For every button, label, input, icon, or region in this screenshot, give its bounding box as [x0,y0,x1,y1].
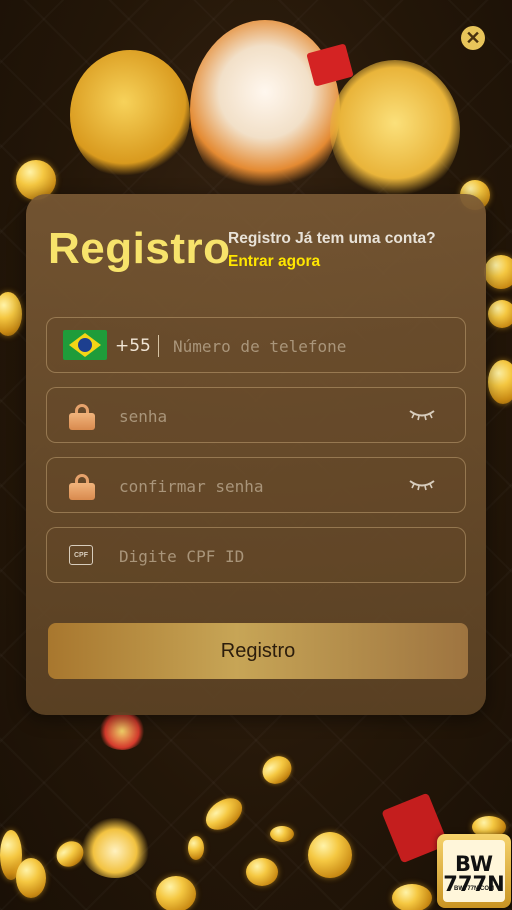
coin-decoration [0,292,22,336]
coin-decoration [484,255,512,289]
lucky-bag-decoration [98,712,146,750]
close-icon: ✕ [465,28,481,48]
coin-decoration [200,791,248,837]
brazil-flag-icon[interactable] [63,330,107,360]
coin-decoration [246,858,278,886]
password-field [46,387,466,444]
eye-closed-icon[interactable] [409,408,435,422]
coin-decoration [156,876,196,910]
rabbit-ingot-decoration [80,818,150,878]
phone-input[interactable] [171,318,455,374]
divider [158,335,159,357]
coin-decoration [308,832,352,878]
phone-field: +55 [46,317,466,374]
confirm-password-input[interactable] [117,458,401,514]
id-card-icon: CPF [69,545,93,565]
register-card: Registro Registro Já tem uma conta? Entr… [26,194,486,715]
lock-icon [69,404,95,430]
dragon-mascot [70,50,190,180]
cpf-input[interactable] [117,528,441,584]
coin-decoration [16,858,46,898]
eye-closed-icon[interactable] [409,478,435,492]
lucky-cat-mascot [330,60,460,200]
close-button[interactable]: ✕ [461,26,485,50]
country-code[interactable]: +55 [115,336,151,356]
register-button[interactable]: Registro [48,623,468,679]
lock-icon [69,474,95,500]
cpf-field: CPF [46,527,466,584]
page-title: Registro [48,224,231,273]
coin-decoration [488,300,512,328]
login-prompt-text: Registro Já tem uma conta? [228,230,436,247]
confirm-password-field [46,457,466,514]
tiger-mascot [190,20,340,200]
coin-decoration [488,360,512,404]
login-link[interactable]: Entrar agora [228,253,320,271]
password-input[interactable] [117,388,401,444]
brand-logo: BW 777N BW777N.COM [437,834,511,908]
logo-domain: BW777N.COM [453,886,494,892]
coin-decoration [392,884,432,910]
coin-decoration [270,826,294,842]
coin-decoration [257,750,297,790]
coin-decoration [188,836,204,860]
